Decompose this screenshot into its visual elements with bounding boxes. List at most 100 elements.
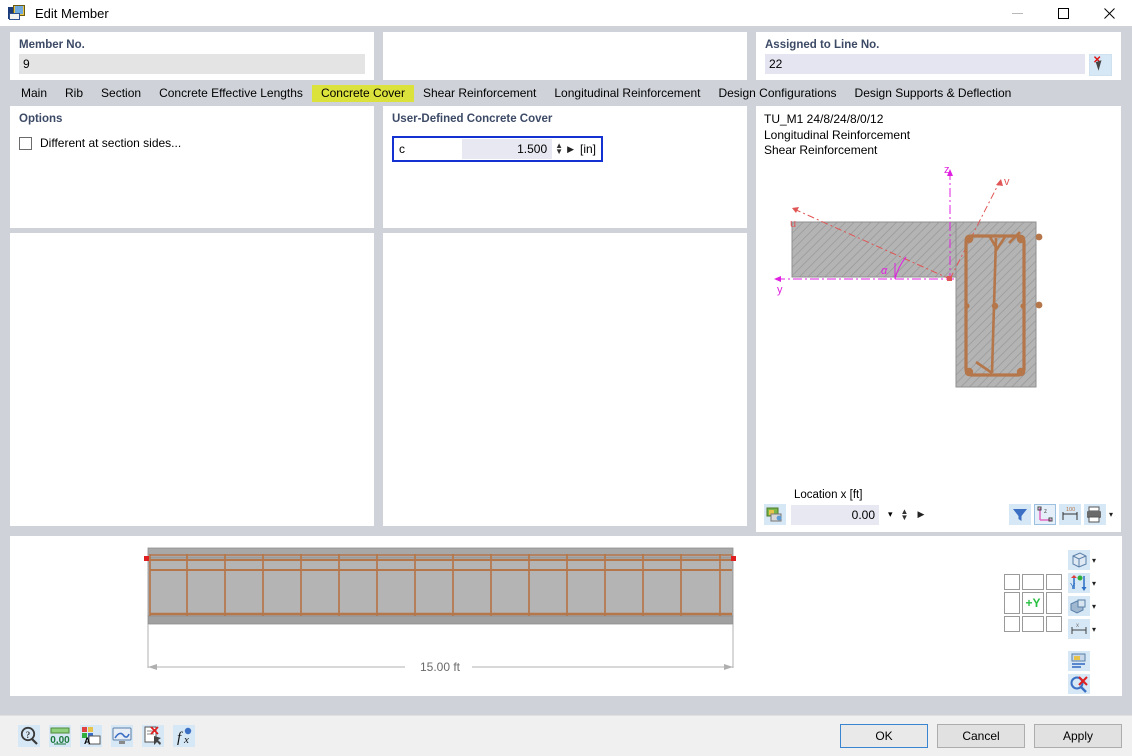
formula-icon[interactable]: f x <box>173 725 195 747</box>
different-at-section-sides-row[interactable]: Different at section sides... <box>19 136 365 150</box>
window-title: Edit Member <box>35 5 109 21</box>
numeric-format-icon[interactable]: 0,00 <box>49 725 71 747</box>
svg-text:x: x <box>183 734 189 746</box>
nav-cell-br[interactable] <box>1046 616 1062 632</box>
tab-bar: Main Rib Section Concrete Effective Leng… <box>0 80 1132 102</box>
svg-text:z: z <box>944 164 950 176</box>
assigned-line-label: Assigned to Line No. <box>765 39 880 51</box>
svg-text:x: x <box>1076 623 1079 629</box>
render-mode-dropdown-icon[interactable]: ▾ <box>1092 602 1096 611</box>
svg-text:u: u <box>790 218 796 230</box>
svg-text:z: z <box>1044 509 1047 515</box>
tab-concrete-effective-lengths[interactable]: Concrete Effective Lengths <box>150 85 312 102</box>
svg-text:15.00 ft: 15.00 ft <box>420 660 461 674</box>
svg-text:v: v <box>1004 176 1010 188</box>
cover-value-input[interactable]: 1.500 <box>462 139 553 159</box>
footer-icon-bar: ? 0,00 A f x <box>18 725 195 747</box>
nav-cell-tl[interactable] <box>1004 574 1020 590</box>
cross-section-view[interactable]: z y u v α <box>764 159 1113 489</box>
tab-longitudinal-reinforcement[interactable]: Longitudinal Reinforcement <box>545 85 709 102</box>
beam-elevation-panel: 15.00 ft +Y ▾ Y ▾ ▾ x ▾ <box>10 536 1122 696</box>
nav-cell-tr[interactable] <box>1046 574 1062 590</box>
title-bar: Edit Member <box>0 0 1132 26</box>
svg-text:f: f <box>177 730 183 746</box>
render-mode-icon[interactable] <box>1068 596 1090 616</box>
layers-icon[interactable] <box>1068 651 1090 671</box>
ok-button[interactable]: OK <box>840 724 928 748</box>
view-cube-dropdown-icon[interactable]: ▾ <box>1092 556 1096 565</box>
tab-shear-reinforcement[interactable]: Shear Reinforcement <box>414 85 545 102</box>
concrete-cover-field[interactable]: c 1.500 ▲ ▼ ▶ [in] <box>392 136 603 162</box>
svg-text:A: A <box>84 736 91 746</box>
display-settings-icon[interactable] <box>111 725 133 747</box>
chevron-down-icon[interactable]: ▾ <box>888 509 893 520</box>
minimize-button[interactable] <box>994 0 1040 26</box>
member-no-input[interactable]: 9 <box>19 54 365 74</box>
section-info: TU_M1 24/8/24/8/0/12 Longitudinal Reinfo… <box>764 112 1113 159</box>
location-x-input[interactable]: 0.00 <box>791 504 879 525</box>
dimension-icon[interactable]: 100 <box>1058 504 1081 525</box>
tab-rib[interactable]: Rib <box>56 85 92 102</box>
dimension-style-dropdown-icon[interactable]: ▾ <box>1092 625 1096 634</box>
left-lower-panel <box>10 233 374 526</box>
cover-field-label: c <box>399 142 405 156</box>
print-dropdown-icon[interactable]: ▾ <box>1109 510 1113 519</box>
section-info-line-2: Longitudinal Reinforcement <box>764 127 911 142</box>
color-legend-icon[interactable]: A <box>80 725 102 747</box>
nav-cell-tc[interactable] <box>1022 574 1044 590</box>
edit-member-dialog: Edit Member Member No. 9 Assigned to Lin… <box>0 0 1132 756</box>
clear-selection-icon[interactable] <box>142 725 164 747</box>
view-cube-icon[interactable] <box>1068 550 1090 570</box>
location-stepper[interactable]: ▲ ▼ <box>901 507 909 521</box>
apply-button[interactable]: Apply <box>1034 724 1122 748</box>
different-at-section-sides-checkbox[interactable] <box>19 136 32 150</box>
window-controls <box>994 0 1132 26</box>
print-icon[interactable] <box>1083 504 1106 525</box>
nav-cell-center[interactable]: +Y <box>1022 592 1044 614</box>
maximize-button[interactable] <box>1040 0 1086 26</box>
zoom-reset-icon[interactable] <box>1068 674 1090 694</box>
tab-main[interactable]: Main <box>12 85 56 102</box>
nav-cell-ml[interactable] <box>1004 592 1020 614</box>
beam-view-tools: +Y ▾ Y ▾ ▾ x ▾ <box>992 536 1122 696</box>
help-icon[interactable]: ? <box>18 725 40 747</box>
svg-text:100: 100 <box>1066 507 1075 513</box>
cover-unit-label: [in] <box>579 142 596 156</box>
nav-cell-bl[interactable] <box>1004 616 1020 632</box>
assigned-line-input[interactable]: 22 <box>765 54 1085 74</box>
coordinate-system-icon[interactable]: z <box>1033 504 1056 525</box>
member-no-panel: Member No. 9 <box>10 32 374 80</box>
dialog-body: Options Different at section sides... Us… <box>0 102 1132 715</box>
svg-text:y: y <box>777 284 783 296</box>
different-at-section-sides-label: Different at section sides... <box>40 136 182 150</box>
nav-cell-mr[interactable] <box>1046 592 1062 614</box>
axis-orientation-icon[interactable]: Y <box>1068 573 1090 593</box>
tab-concrete-cover[interactable]: Concrete Cover <box>311 85 414 102</box>
tab-section[interactable]: Section <box>92 85 150 102</box>
tab-design-supports-deflection[interactable]: Design Supports & Deflection <box>846 85 1021 102</box>
view-navigation-cube[interactable]: +Y <box>1004 574 1062 632</box>
close-button[interactable] <box>1086 0 1132 26</box>
filter-icon[interactable] <box>1008 504 1031 525</box>
user-defined-cover-title: User-Defined Concrete Cover <box>392 113 553 125</box>
svg-text:Y: Y <box>1070 582 1076 591</box>
nav-cell-bc[interactable] <box>1022 616 1044 632</box>
cover-stepper[interactable]: ▲ ▼ <box>555 142 563 156</box>
tab-design-configurations[interactable]: Design Configurations <box>709 85 845 102</box>
location-expand-icon[interactable]: ▶ <box>917 509 924 520</box>
axis-orientation-dropdown-icon[interactable]: ▾ <box>1092 579 1096 588</box>
beam-elevation-view[interactable]: 15.00 ft <box>10 536 992 696</box>
select-pointer-icon[interactable]: ✕ <box>1089 54 1112 76</box>
cancel-button[interactable]: Cancel <box>937 724 1025 748</box>
header-fields: Member No. 9 Assigned to Line No. 22 ✕ <box>0 26 1132 80</box>
location-x-label: Location x [ft] <box>794 488 863 501</box>
cover-expand-icon[interactable]: ▶ <box>567 144 574 155</box>
dimension-style-icon[interactable]: x <box>1068 619 1090 639</box>
assigned-line-panel: Assigned to Line No. 22 ✕ <box>756 32 1121 80</box>
options-panel: Options Different at section sides... <box>10 106 374 228</box>
member-no-label: Member No. <box>19 39 85 51</box>
render-settings-icon[interactable] <box>764 504 786 525</box>
svg-text:α: α <box>881 265 888 277</box>
svg-text:?: ? <box>26 730 31 740</box>
header-middle-panel <box>383 32 747 80</box>
